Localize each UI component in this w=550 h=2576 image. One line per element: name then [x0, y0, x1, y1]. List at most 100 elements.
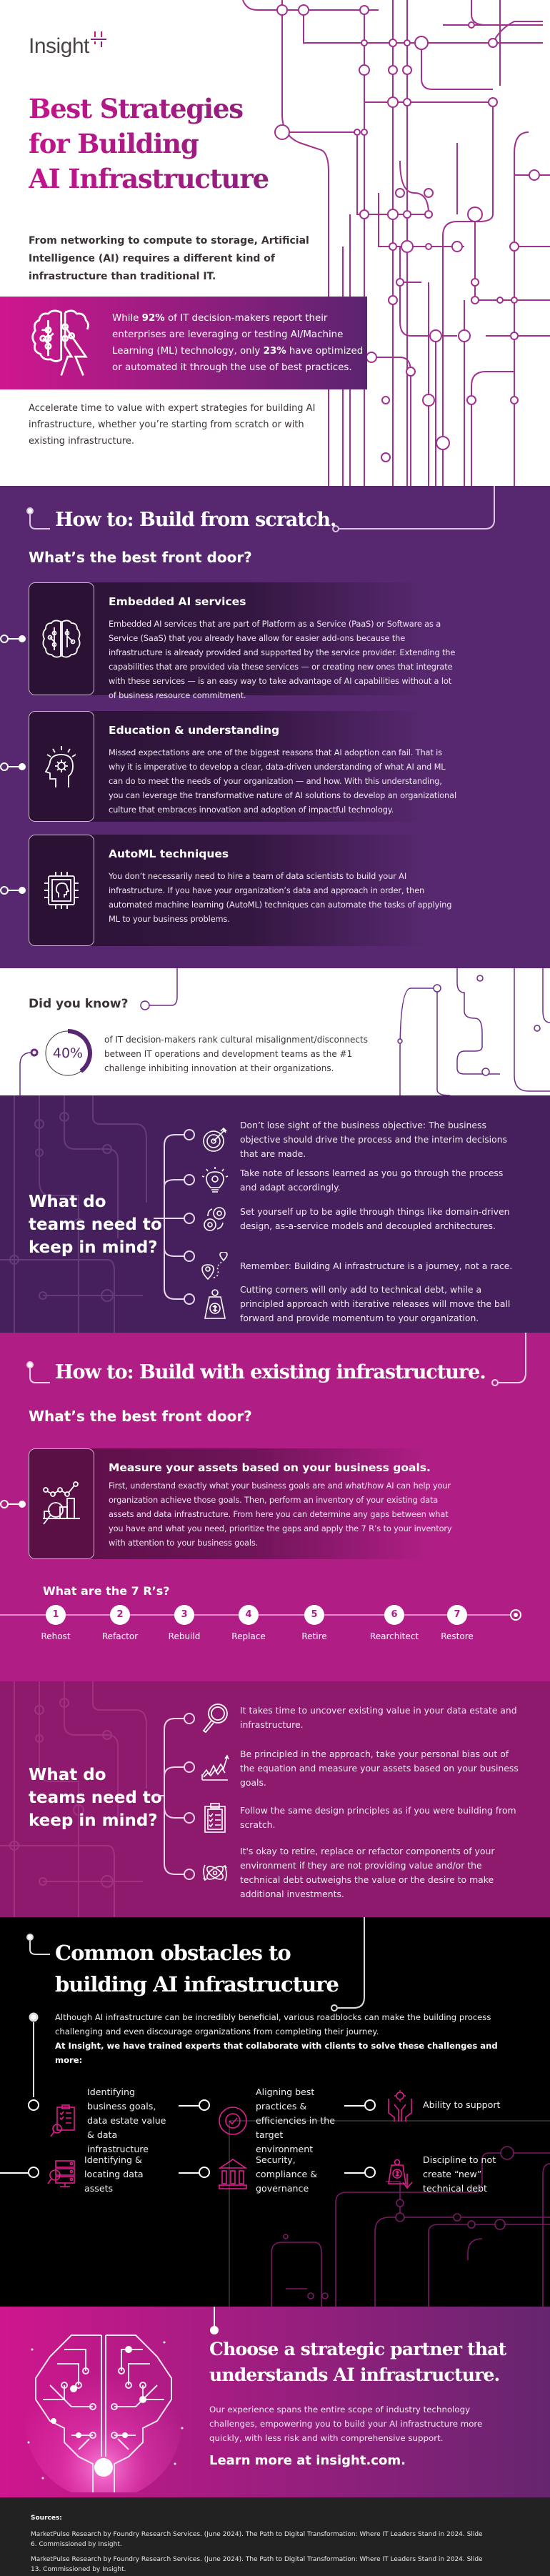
- check-circle-icon: [219, 2107, 247, 2135]
- obstacle-text: Aligning best practices & efficiencies i…: [256, 2087, 335, 2154]
- source-citation: MarketPulse Research by Foundry Research…: [31, 2556, 483, 2573]
- seven-rs-step: 2 Refactor: [88, 1605, 152, 1641]
- obstacle-text: Identifying & locating data assets: [84, 2154, 144, 2194]
- step-number-badge: 6: [384, 1605, 404, 1625]
- hero-section: Insight Best Strategies for Building AI …: [0, 0, 550, 486]
- stat-prefix: While: [112, 313, 142, 324]
- did-you-know-heading: Did you know?: [29, 997, 129, 1011]
- map-pin-route-icon: [200, 1251, 230, 1281]
- keep-in-mind-text: It's okay to retire, replace or refactor…: [240, 1846, 495, 1899]
- keep-in-mind-text: Don’t lose sight of the business objecti…: [240, 1120, 508, 1159]
- strategy-card: Embedded AI services Embedded AI service…: [0, 582, 457, 700]
- obstacle-item: Ability to support: [386, 2089, 510, 2122]
- partner-heading: Choose a strategic partner that understa…: [209, 2337, 538, 2388]
- seven-rs-step: 7 Restore: [425, 1605, 489, 1641]
- keep-in-mind-item: Cutting corners will only add to technic…: [200, 1283, 519, 1326]
- connector-line: [344, 2105, 366, 2107]
- magnifier-icon: [200, 1703, 230, 1734]
- keep-in-mind-item: Set yourself up to be agile through thin…: [200, 1204, 519, 1234]
- card-title: Measure your assets based on your busine…: [109, 1461, 431, 1474]
- connector-line: [179, 2172, 200, 2174]
- trend-chart-icon: [200, 1754, 230, 1784]
- did-you-know-section: Did you know? 40% of IT decision-makers …: [0, 968, 550, 1095]
- keep-in-mind-item: Remember: Building AI infrastructure is …: [200, 1251, 519, 1281]
- insight-logo: Insight: [29, 31, 106, 59]
- keep-in-mind-item: Take note of lessons learned as you go t…: [200, 1165, 519, 1195]
- hero-subtext: Accelerate time to value with expert str…: [29, 403, 316, 447]
- seven-rs-step: 1 Rehost: [24, 1605, 88, 1641]
- stat-value-92: 92%: [141, 313, 165, 324]
- partner-text: Our experience spans the entire scope of…: [209, 2405, 483, 2443]
- money-down-icon: [388, 2159, 413, 2189]
- step-number-badge: 4: [239, 1605, 259, 1625]
- server-search-icon: [47, 2160, 75, 2187]
- section-heading: How to: Build with existing infrastructu…: [55, 1361, 486, 1383]
- front-door-question: What’s the best front door?: [29, 549, 252, 566]
- obstacle-text: Ability to support: [423, 2099, 501, 2110]
- page-title: Best Strategies for Building AI Infrastr…: [29, 91, 314, 197]
- logo-text: Insight: [29, 34, 89, 58]
- timeline-node-icon: [364, 2167, 376, 2178]
- timeline-node-icon: [0, 635, 26, 643]
- insight-plus-mark-icon: [90, 31, 106, 49]
- lightbulb-gear-icon: [200, 1165, 230, 1195]
- timeline-node-icon: [28, 2167, 39, 2178]
- timeline-node-icon: [0, 1499, 26, 1508]
- glowing-brain-circuit-icon: [25, 2334, 184, 2492]
- keep-in-mind-text: Cutting corners will only add to technic…: [240, 1284, 511, 1323]
- card-text: You don’t necessarily need to hire a tea…: [109, 871, 452, 924]
- clipboard-checklist-icon: [200, 1803, 230, 1833]
- step-number-badge: 3: [174, 1605, 194, 1625]
- heading-line: Common obstacles to: [55, 1941, 291, 1965]
- strategy-card: Measure your assets based on your busine…: [0, 1448, 457, 1559]
- intro-bold-text: At Insight, we have trained experts that…: [55, 2041, 498, 2065]
- section-heading: Common obstacles to building AI infrastr…: [55, 1937, 339, 2000]
- obstacle-text: Identifying business goals, data estate …: [87, 2087, 166, 2154]
- title-line: AI Infrastructure: [29, 163, 269, 194]
- learn-more-link[interactable]: Learn more at insight.com.: [209, 2453, 406, 2468]
- chart-magnifier-icon: [29, 1448, 94, 1559]
- card-body: Measure your assets based on your busine…: [94, 1448, 457, 1559]
- keep-in-mind-text: It takes time to uncover existing value …: [240, 1705, 517, 1730]
- seven-rs-step: 3 Rebuild: [152, 1605, 216, 1641]
- money-weight-icon: [200, 1289, 230, 1319]
- brain-circuit-icon: [31, 309, 89, 376]
- common-obstacles-section: Common obstacles to building AI infrastr…: [0, 1917, 550, 2307]
- intro-text: Although AI infrastructure can be incred…: [55, 2012, 491, 2037]
- card-title: Education & understanding: [109, 724, 280, 737]
- keep-in-mind-text: Remember: Building AI infrastructure is …: [240, 1260, 513, 1271]
- obstacle-item: Identifying & locating data assets: [47, 2153, 156, 2196]
- target-icon: [200, 1125, 230, 1155]
- front-door-question: What’s the best front door?: [29, 1408, 252, 1425]
- step-number-badge: 5: [304, 1605, 324, 1625]
- card-body: Embedded AI services Embedded AI service…: [94, 582, 457, 700]
- keep-in-mind-section-scratch: What do teams need to keep in mind? Don’…: [0, 1095, 550, 1333]
- branch-connector-decoration: [154, 1713, 195, 1880]
- timeline-node-icon: [199, 2167, 210, 2178]
- connector-line: [179, 2105, 200, 2107]
- branch-connector-decoration: [154, 1129, 195, 1305]
- hero-lead: From networking to compute to storage, A…: [29, 235, 309, 282]
- step-label: Restore: [441, 1631, 474, 1641]
- timeline-node-icon: [364, 2099, 376, 2111]
- build-from-scratch-section: How to: Build from scratch. What’s the b…: [0, 486, 550, 968]
- step-label: Rebuild: [168, 1631, 201, 1641]
- card-title: AutoML techniques: [109, 847, 229, 860]
- keep-in-mind-item: It takes time to uncover existing value …: [200, 1703, 519, 1734]
- keep-in-mind-text: Set yourself up to be agile through thin…: [240, 1206, 510, 1231]
- hands-gear-icon: [388, 2090, 412, 2122]
- card-body: Education & understanding Missed expecta…: [94, 711, 457, 822]
- obstacle-item: Aligning best practices & efficiencies i…: [219, 2085, 343, 2157]
- timeline-node-icon: [199, 2099, 210, 2111]
- keep-in-mind-text: Be principled in the approach, take your…: [240, 1749, 519, 1788]
- seven-rs-heading: What are the 7 R’s?: [43, 1584, 170, 1598]
- step-label: Rehost: [41, 1631, 71, 1641]
- strategic-partner-section: Choose a strategic partner that understa…: [0, 2307, 550, 2497]
- keep-in-mind-section-existing: What do teams need to keep in mind? It t…: [0, 1681, 550, 1917]
- sources-heading: Sources:: [31, 2515, 62, 2522]
- keep-in-mind-item: It's okay to retire, replace or refactor…: [200, 1844, 519, 1901]
- chip-head-icon: [29, 835, 94, 946]
- sources-footer: Sources: MarketPulse Research by Foundry…: [0, 2497, 550, 2576]
- connector-line: [344, 2172, 366, 2174]
- keep-in-mind-item: Be principled in the approach, take your…: [200, 1747, 519, 1790]
